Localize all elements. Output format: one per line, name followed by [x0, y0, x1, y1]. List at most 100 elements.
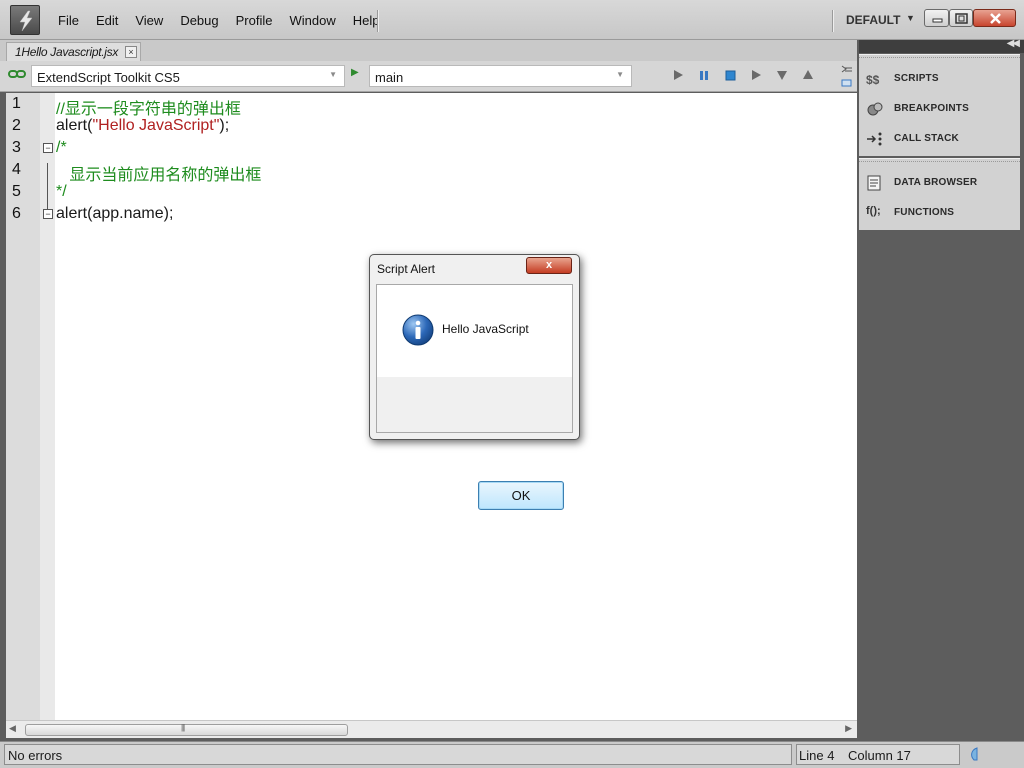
- menu-view[interactable]: View: [135, 13, 163, 28]
- dialog-title: Script Alert: [377, 262, 436, 276]
- target-application-value: ExtendScript Toolkit CS5: [37, 70, 180, 85]
- code-line-3: /*: [56, 139, 67, 156]
- panel-tab-label: BREAKPOINTS: [894, 103, 969, 114]
- functions-icon: f();: [866, 205, 881, 217]
- maximize-icon: [955, 13, 968, 24]
- panel-tab-label: DATA BROWSER: [894, 177, 978, 188]
- document-tab[interactable]: 1Hello Javascript.jsx ×: [6, 42, 141, 61]
- line-number: 3: [12, 139, 21, 156]
- step-over-icon[interactable]: [749, 68, 763, 82]
- line-number: 1: [12, 95, 21, 112]
- panel-tab-label: SCRIPTS: [894, 73, 939, 84]
- close-button[interactable]: [973, 9, 1016, 27]
- dialog-message: Hello JavaScript: [442, 322, 529, 336]
- menu-bar: File Edit View Debug Profile Window Help: [58, 0, 396, 40]
- panel-tab-label: CALL STACK: [894, 133, 959, 144]
- minimize-button[interactable]: [924, 9, 949, 27]
- call-stack-icon: [867, 132, 882, 146]
- code-line-5: */: [56, 183, 67, 200]
- minimize-icon: [932, 18, 943, 23]
- status-column: Column 17: [848, 748, 911, 763]
- code-token: );: [219, 117, 230, 134]
- line-number: 4: [12, 161, 21, 178]
- svg-text:$$: $$: [866, 73, 880, 87]
- menu-debug[interactable]: Debug: [180, 13, 218, 28]
- panel-tab-breakpoints[interactable]: BREAKPOINTS: [866, 99, 1016, 119]
- fold-collapse-icon[interactable]: −: [43, 143, 53, 153]
- panel-tab-scripts[interactable]: $$ SCRIPTS: [866, 69, 1016, 89]
- target-application-select[interactable]: ExtendScript Toolkit CS5 ▼: [31, 65, 345, 87]
- menu-profile[interactable]: Profile: [236, 13, 273, 28]
- chevron-down-icon: ▼: [329, 70, 337, 79]
- side-panel: ◀◀ $$ SCRIPTS BREAKPOINTS CALL STACK DAT…: [859, 38, 1024, 740]
- run-icon[interactable]: [671, 68, 685, 82]
- scripts-icon: $$: [866, 73, 880, 87]
- link-icon[interactable]: [8, 69, 26, 79]
- menu-file[interactable]: File: [58, 13, 79, 28]
- status-message-field: No errors: [4, 744, 792, 765]
- script-alert-dialog: Script Alert x Hello JavaScript OK: [369, 254, 580, 510]
- cursor-position-field: Line 4 Column 17: [796, 744, 960, 765]
- app-logo[interactable]: [10, 5, 40, 35]
- code-line-2: alert("Hello JavaScript");: [56, 117, 229, 135]
- horizontal-scrollbar[interactable]: ◀ ||| ▶: [6, 720, 857, 738]
- close-icon: x: [545, 259, 553, 271]
- information-icon: [402, 314, 434, 346]
- document-tab-strip: 1Hello Javascript.jsx ×: [0, 40, 857, 61]
- panel-grip[interactable]: [859, 161, 1020, 164]
- fold-collapse-icon[interactable]: −: [43, 209, 53, 219]
- engine-select[interactable]: main ▼: [369, 65, 632, 87]
- menu-window[interactable]: Window: [289, 13, 335, 28]
- debug-toolbar: ExtendScript Toolkit CS5 ▼ ▶ main ▼: [0, 61, 857, 92]
- status-line: Line 4: [799, 748, 835, 763]
- dialog-close-button[interactable]: x: [526, 257, 572, 274]
- engine-value: main: [375, 70, 404, 85]
- panel-tab-data-browser[interactable]: DATA BROWSER: [866, 173, 1016, 193]
- line-number: 2: [12, 117, 21, 134]
- panel-group-data: DATA BROWSER f(); FUNCTIONS: [859, 158, 1020, 230]
- panel-tab-label: FUNCTIONS: [894, 207, 955, 218]
- menu-divider: [377, 10, 378, 32]
- code-line-6: alert(app.name);: [56, 205, 174, 222]
- tab-close-icon[interactable]: ×: [125, 46, 137, 58]
- panel-header: ◀◀: [859, 38, 1024, 53]
- data-browser-icon: [867, 175, 881, 191]
- step-out-icon[interactable]: [801, 68, 815, 82]
- chevron-down-icon[interactable]: ▼: [906, 13, 915, 23]
- workspace-switcher[interactable]: DEFAULT: [846, 13, 900, 27]
- line-number: 5: [12, 183, 21, 200]
- dialog-footer: OK: [377, 377, 572, 510]
- maximize-button[interactable]: [949, 9, 973, 27]
- code-string-token: "Hello JavaScript": [92, 117, 220, 134]
- scrollbar-thumb[interactable]: |||: [25, 723, 348, 736]
- code-line-1: //显示一段字符串的弹出框: [56, 101, 241, 118]
- ok-button[interactable]: OK: [478, 481, 564, 510]
- code-line-4: 显示当前应用名称的弹出框: [56, 167, 262, 184]
- toolbar-menu-icon[interactable]: [839, 64, 853, 88]
- scroll-grip-icon: |||: [181, 723, 185, 732]
- panel-tab-functions[interactable]: f(); FUNCTIONS: [866, 203, 1016, 223]
- collapse-panel-icon[interactable]: ◀◀: [1007, 38, 1020, 49]
- status-indicator-icon[interactable]: [968, 747, 980, 761]
- panel-group-debug: $$ SCRIPTS BREAKPOINTS CALL STACK: [859, 54, 1020, 156]
- engine-run-icon[interactable]: ▶: [351, 67, 359, 78]
- close-icon: [990, 13, 1001, 24]
- extendscript-logo-icon: [19, 10, 33, 32]
- panel-tab-call-stack[interactable]: CALL STACK: [866, 129, 1016, 149]
- pause-icon[interactable]: [697, 68, 711, 82]
- step-into-icon[interactable]: [775, 68, 789, 82]
- menu-help[interactable]: Help: [353, 13, 380, 28]
- workspace-divider: [832, 10, 833, 32]
- status-bar: No errors Line 4 Column 17: [0, 741, 1024, 768]
- scroll-right-icon[interactable]: ▶: [845, 723, 852, 734]
- breakpoints-icon: [867, 102, 883, 116]
- stop-icon[interactable]: [723, 68, 737, 82]
- document-tab-label: 1Hello Javascript.jsx: [15, 45, 119, 59]
- chevron-down-icon: ▼: [616, 70, 624, 79]
- line-number: 6: [12, 205, 21, 222]
- panel-grip[interactable]: [859, 57, 1020, 60]
- status-message: No errors: [8, 748, 63, 763]
- line-number-gutter: 1 2 3 4 5 6: [6, 93, 40, 720]
- scroll-left-icon[interactable]: ◀: [9, 723, 16, 734]
- menu-edit[interactable]: Edit: [96, 13, 118, 28]
